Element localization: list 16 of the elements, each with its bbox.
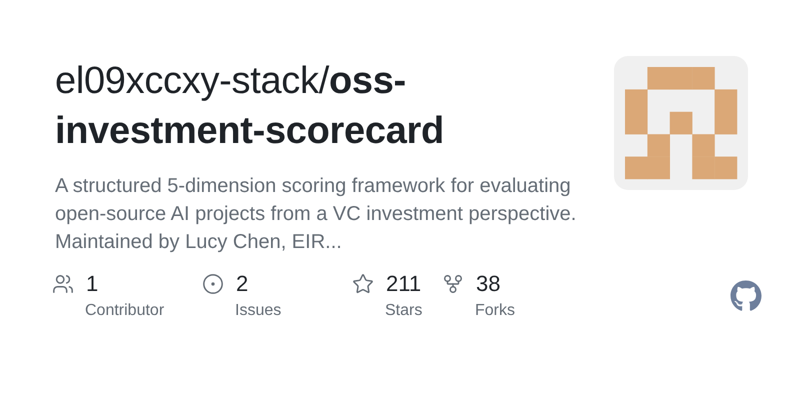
stat-label: Issues	[234, 301, 282, 321]
stat-value: 38	[476, 270, 500, 298]
repo-description: A structured 5-dimension scoring framework for evaluating open-source AI projects from a VC investment perspective. Maintained by Lucy Chen, EIR...	[55, 174, 578, 255]
github-logo-icon	[730, 280, 762, 312]
stat-label: Stars	[384, 301, 424, 321]
star-icon	[352, 273, 374, 295]
stat-value: 2	[236, 270, 248, 298]
fork-icon	[442, 273, 464, 295]
repo-title: el09xccxy-stack/oss-investment-scorecard	[55, 59, 445, 154]
identicon-icon	[614, 56, 748, 190]
stat-value: 1	[86, 270, 98, 298]
stat-value: 211	[386, 270, 422, 298]
people-icon	[52, 273, 74, 295]
stat-label: Forks	[474, 301, 516, 321]
stat-label: Contributor	[84, 301, 166, 321]
issue-icon	[202, 273, 224, 295]
